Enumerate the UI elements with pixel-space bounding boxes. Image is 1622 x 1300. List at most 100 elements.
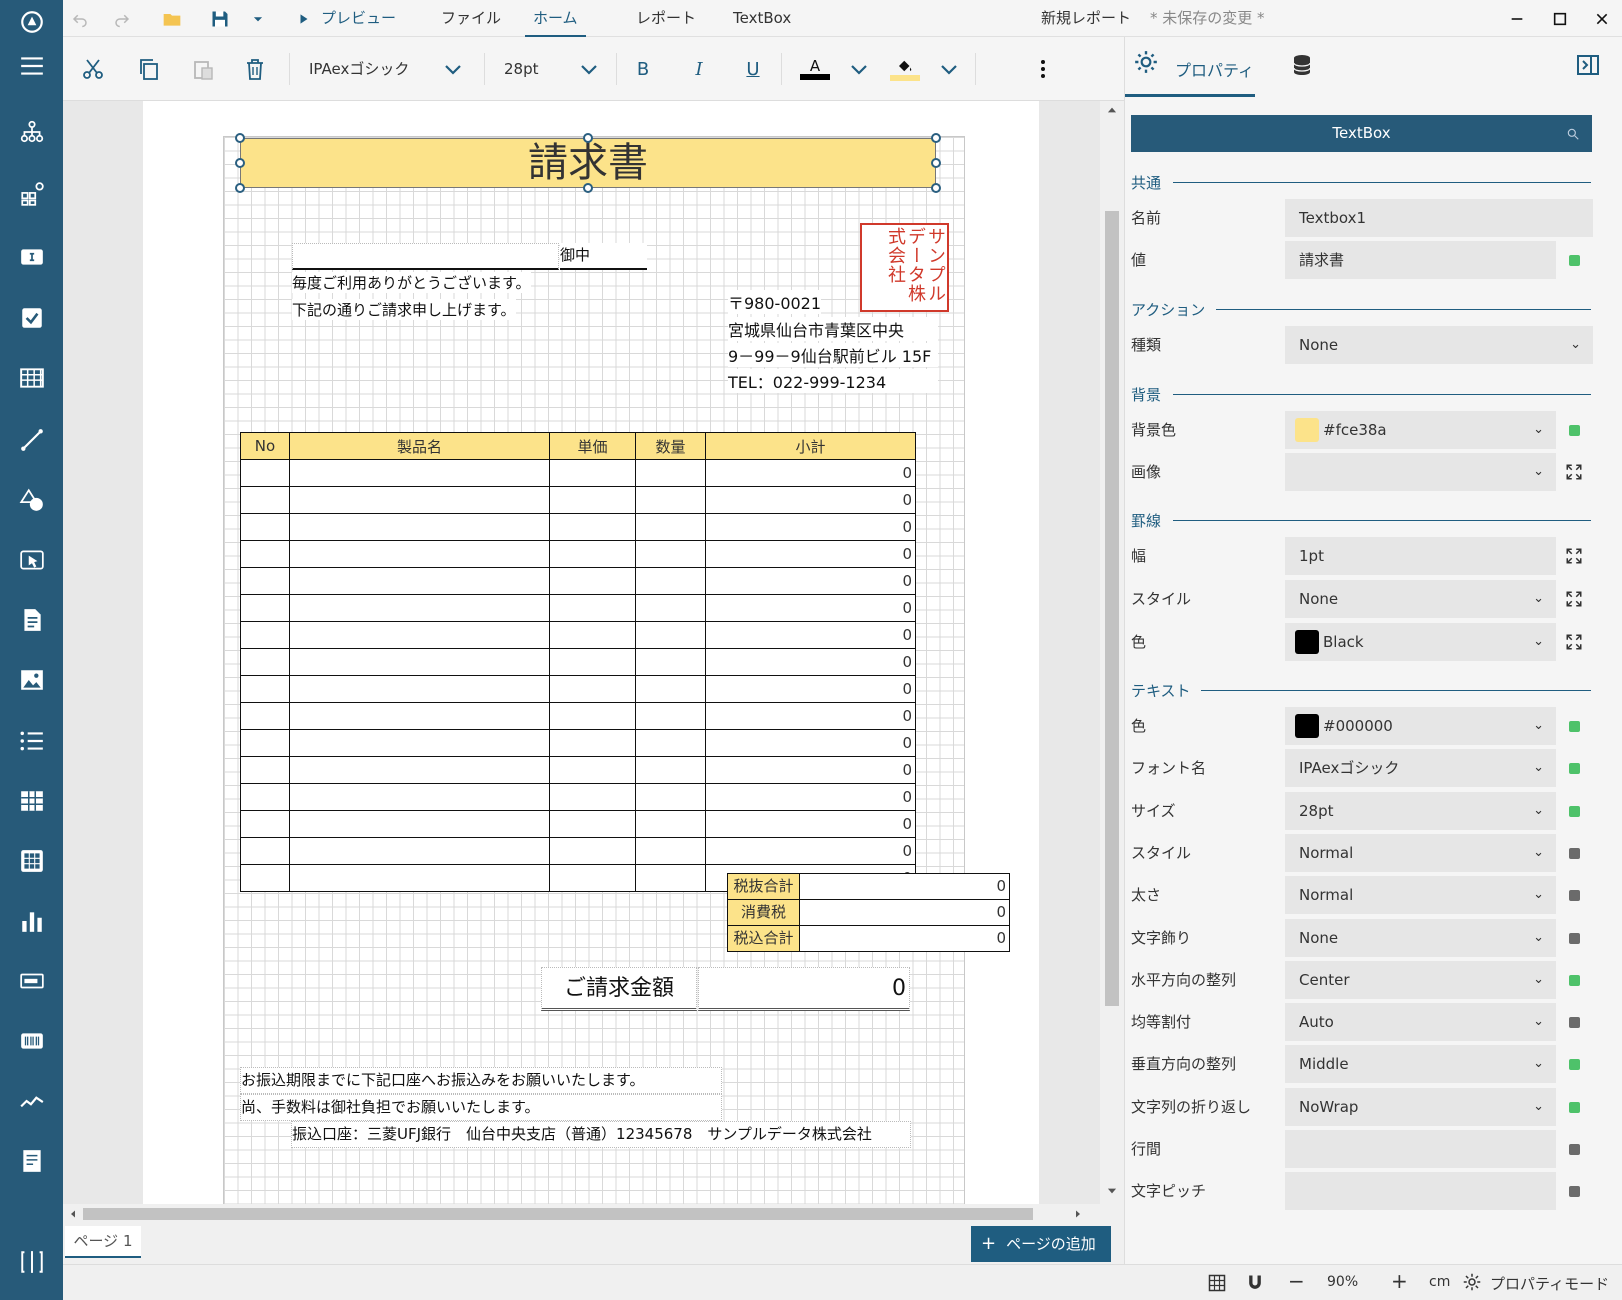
- barcode-tool-icon[interactable]: [0, 1019, 63, 1063]
- bank-account[interactable]: 振込口座：三菱UFJ銀行 仙台中央支店（普通）12345678 サンプルデータ株…: [291, 1121, 911, 1148]
- component-groups-icon[interactable]: [0, 172, 63, 216]
- char-pitch-input[interactable]: [1285, 1172, 1556, 1210]
- fill-color-button[interactable]: [890, 53, 920, 85]
- zoom-level[interactable]: 90%: [1327, 1274, 1358, 1290]
- menu-file[interactable]: ファイル: [441, 0, 501, 37]
- note-line-2[interactable]: 尚、手数料は御社負担でお願いいたします。: [240, 1094, 722, 1121]
- cell-unit-price[interactable]: [549, 837, 636, 865]
- cell-no[interactable]: [240, 540, 290, 568]
- total-value[interactable]: 0: [799, 925, 1010, 952]
- unit-selector[interactable]: cm: [1429, 1274, 1450, 1290]
- table-tool-icon[interactable]: [0, 779, 63, 823]
- cell-quantity[interactable]: [635, 702, 706, 730]
- text-decoration-status-dot[interactable]: [1569, 933, 1580, 944]
- resize-handle[interactable]: [235, 183, 245, 193]
- cell-product[interactable]: [289, 756, 550, 784]
- redo-icon[interactable]: [111, 8, 133, 30]
- cell-no[interactable]: [240, 810, 290, 838]
- cell-product[interactable]: [289, 513, 550, 541]
- cell-quantity[interactable]: [635, 594, 706, 622]
- font-name-status-dot[interactable]: [1569, 763, 1580, 774]
- shape-tool-icon[interactable]: [0, 478, 63, 522]
- vertical-scroll-thumb[interactable]: [1105, 211, 1119, 1006]
- cell-subtotal[interactable]: 0: [705, 459, 916, 487]
- select-tool-icon[interactable]: [0, 538, 63, 582]
- expand-icon[interactable]: [1565, 463, 1583, 481]
- cell-product[interactable]: [289, 702, 550, 730]
- text-decoration-select[interactable]: None ⌄: [1285, 919, 1556, 957]
- font-size-status-dot[interactable]: [1569, 806, 1580, 817]
- app-logo-icon[interactable]: [0, 0, 63, 44]
- cell-subtotal[interactable]: 0: [705, 675, 916, 703]
- border-color-select[interactable]: Black ⌄: [1285, 623, 1556, 661]
- wrap-mode-status-dot[interactable]: [1569, 1102, 1580, 1113]
- scroll-up-icon[interactable]: [1105, 103, 1119, 117]
- cell-subtotal[interactable]: 0: [705, 756, 916, 784]
- line-spacing-status-dot[interactable]: [1569, 1144, 1580, 1155]
- cell-product[interactable]: [289, 864, 550, 892]
- richtext-tool-icon[interactable]: [0, 598, 63, 642]
- cell-product[interactable]: [289, 540, 550, 568]
- cell-product[interactable]: [289, 837, 550, 865]
- cell-quantity[interactable]: [635, 513, 706, 541]
- copy-icon[interactable]: [133, 53, 165, 85]
- resize-handle[interactable]: [235, 158, 245, 168]
- cell-quantity[interactable]: [635, 675, 706, 703]
- snap-magnet-icon[interactable]: [1245, 1273, 1265, 1297]
- cell-quantity[interactable]: [635, 621, 706, 649]
- cell-subtotal[interactable]: 0: [705, 513, 916, 541]
- customer-name-field[interactable]: [292, 243, 559, 270]
- cell-subtotal[interactable]: 0: [705, 810, 916, 838]
- amount-label[interactable]: ご請求金額: [541, 967, 697, 1011]
- font-color-button[interactable]: A: [800, 53, 830, 85]
- cell-product[interactable]: [289, 486, 550, 514]
- cell-unit-price[interactable]: [549, 540, 636, 568]
- tax-value[interactable]: 0: [799, 899, 1010, 926]
- toggle-panel-icon[interactable]: [1576, 53, 1600, 81]
- border-style-select[interactable]: None ⌄: [1285, 580, 1556, 618]
- total-label[interactable]: 税込合計: [727, 925, 800, 952]
- cell-no[interactable]: [240, 729, 290, 757]
- cell-unit-price[interactable]: [549, 864, 636, 892]
- cell-no[interactable]: [240, 783, 290, 811]
- cell-subtotal[interactable]: 0: [705, 621, 916, 649]
- cell-quantity[interactable]: [635, 756, 706, 784]
- subtotal-label[interactable]: 税抜合計: [727, 873, 800, 900]
- note-line-1[interactable]: お振込期限までに下記口座へお振込みをお願いいたします。: [240, 1067, 722, 1094]
- page-tab-1[interactable]: ページ 1: [65, 1226, 141, 1258]
- fill-color-chevron-icon[interactable]: [937, 53, 961, 85]
- cell-no[interactable]: [240, 648, 290, 676]
- list-tool-icon[interactable]: [0, 719, 63, 763]
- cell-quantity[interactable]: [635, 729, 706, 757]
- cell-unit-price[interactable]: [549, 675, 636, 703]
- line-tool-icon[interactable]: [0, 418, 63, 462]
- value-input[interactable]: 請求書: [1285, 241, 1556, 279]
- font-size-chevron-icon[interactable]: [577, 53, 601, 85]
- border-width-input[interactable]: 1pt: [1285, 537, 1556, 575]
- title-textbox[interactable]: 請求書: [240, 138, 936, 188]
- address-line-1[interactable]: 宮城県仙台市青葉区中央: [728, 317, 938, 341]
- maximize-icon[interactable]: [1540, 0, 1580, 37]
- cell-unit-price[interactable]: [549, 594, 636, 622]
- tax-label[interactable]: 消費税: [727, 899, 800, 926]
- cell-no[interactable]: [240, 486, 290, 514]
- cell-quantity[interactable]: [635, 837, 706, 865]
- textbox-tool-icon[interactable]: [0, 235, 63, 279]
- cell-subtotal[interactable]: 0: [705, 567, 916, 595]
- amount-value[interactable]: 0: [698, 967, 910, 1011]
- cell-quantity[interactable]: [635, 810, 706, 838]
- cell-unit-price[interactable]: [549, 810, 636, 838]
- resize-handle[interactable]: [235, 133, 245, 143]
- resize-handle[interactable]: [583, 133, 593, 143]
- cell-product[interactable]: [289, 675, 550, 703]
- cell-unit-price[interactable]: [549, 513, 636, 541]
- expand-icon[interactable]: [1565, 590, 1583, 608]
- greeting-line-2[interactable]: 下記の通りご請求申し上げます。: [292, 299, 516, 320]
- cell-unit-price[interactable]: [549, 783, 636, 811]
- cell-product[interactable]: [289, 567, 550, 595]
- properties-gear-icon[interactable]: [1133, 49, 1159, 79]
- postal-code[interactable]: 〒980-0021: [728, 290, 822, 314]
- cell-unit-price[interactable]: [549, 756, 636, 784]
- subtotal-value[interactable]: 0: [799, 873, 1010, 900]
- menu-home[interactable]: ホーム: [525, 0, 586, 37]
